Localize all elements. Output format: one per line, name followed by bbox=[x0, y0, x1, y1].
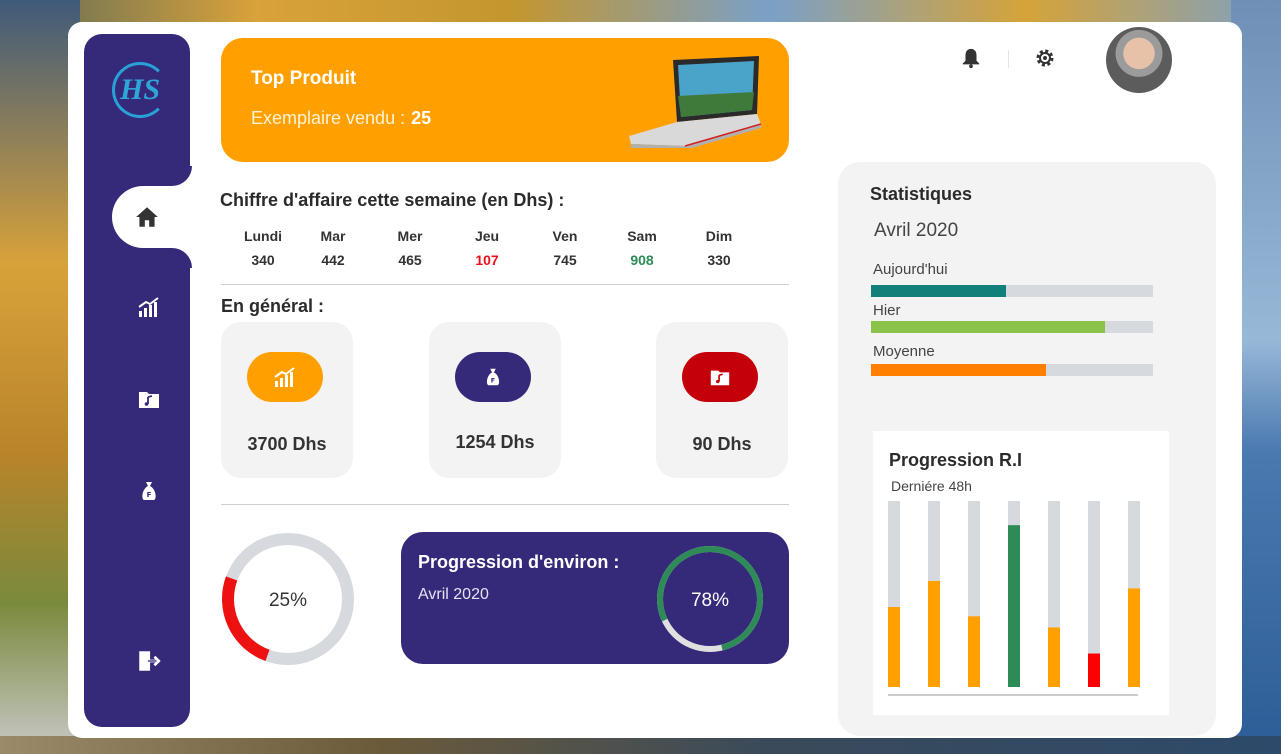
progression-title: Progression d'environ : bbox=[418, 552, 620, 572]
sold-label: Exemplaire vendu : bbox=[251, 108, 406, 128]
avatar[interactable] bbox=[1106, 27, 1172, 93]
ri-bar bbox=[888, 607, 900, 687]
ri-subtitle: Derniére 48h bbox=[891, 478, 972, 494]
day-item: Sam 908 bbox=[627, 228, 657, 268]
card-icon-pill bbox=[682, 352, 758, 402]
sidebar-item-home[interactable] bbox=[112, 186, 192, 248]
divider bbox=[221, 504, 789, 505]
gear-icon bbox=[1036, 49, 1054, 67]
stat-bar-fill bbox=[871, 285, 1007, 297]
day-item: Jeu 107 bbox=[474, 228, 500, 268]
ri-bar bbox=[928, 580, 940, 687]
background bbox=[0, 0, 1281, 22]
bell-icon bbox=[962, 48, 980, 69]
card-icon-pill: F bbox=[455, 352, 531, 402]
day-item: Ven 745 bbox=[552, 228, 578, 268]
stat-bar-label: Aujourd'hui bbox=[873, 261, 948, 278]
card-icon-pill bbox=[247, 352, 323, 402]
ri-title: Progression R.I bbox=[889, 450, 1023, 470]
day-item: Dim 330 bbox=[705, 228, 733, 268]
card-amount: 90 Dhs bbox=[692, 434, 752, 454]
bar-chart-icon bbox=[274, 367, 295, 387]
top-product-card[interactable]: Top Produit Exemplaire vendu :25 bbox=[221, 38, 789, 162]
progression-value: 78% bbox=[691, 590, 729, 611]
logout-icon bbox=[139, 651, 161, 671]
day-item: Lundi 340 bbox=[243, 228, 283, 268]
progression-card[interactable]: Progression d'environ : Avril 2020 78% bbox=[401, 532, 789, 664]
ri-bar bbox=[968, 616, 980, 687]
progress-donut: 25% bbox=[222, 533, 354, 665]
sidebar bbox=[84, 34, 190, 727]
stat-bar-track bbox=[871, 285, 1153, 297]
stat-bar-track bbox=[871, 364, 1153, 376]
money-bag-icon: F bbox=[486, 368, 500, 386]
laptop-image bbox=[629, 56, 762, 148]
home-icon bbox=[136, 207, 158, 227]
stat-bar-label: Hier bbox=[873, 302, 901, 319]
ri-bar bbox=[1128, 588, 1140, 687]
sidebar-item-files[interactable] bbox=[134, 384, 164, 414]
general-card[interactable]: F 1254 Dhs bbox=[429, 322, 561, 478]
day-item: Mer 465 bbox=[397, 228, 423, 268]
music-folder-icon bbox=[139, 392, 159, 408]
ri-bar bbox=[1008, 525, 1020, 687]
general-card[interactable]: 90 Dhs bbox=[656, 322, 788, 478]
background-bottom bbox=[0, 736, 1281, 754]
sold-value: 25 bbox=[411, 108, 432, 128]
card-amount: 1254 Dhs bbox=[455, 432, 535, 452]
progression-ring: 78% bbox=[657, 546, 763, 652]
general-title: En général : bbox=[221, 296, 325, 316]
sidebar-item-logout[interactable] bbox=[134, 646, 164, 676]
bar-chart-icon bbox=[138, 297, 159, 317]
ri-bar bbox=[1088, 653, 1100, 687]
stat-bar-fill bbox=[871, 321, 1106, 333]
card-amount: 3700 Dhs bbox=[247, 434, 327, 454]
stats-period: Avril 2020 bbox=[874, 220, 959, 241]
ri-bar bbox=[1048, 627, 1060, 687]
music-folder-icon bbox=[710, 370, 730, 386]
divider bbox=[221, 284, 789, 285]
day-item: Mar 442 bbox=[320, 228, 346, 268]
weekly-title: Chiffre d'affaire cette semaine (en Dhs)… bbox=[220, 190, 565, 210]
ri-bar-chart bbox=[888, 501, 1140, 696]
settings-button[interactable] bbox=[1031, 44, 1059, 72]
general-card[interactable]: 3700 Dhs bbox=[221, 322, 353, 478]
progression-period: Avril 2020 bbox=[418, 586, 489, 603]
money-bag-icon: F bbox=[142, 482, 156, 500]
sidebar-item-money[interactable]: F bbox=[134, 476, 164, 506]
svg-text:F: F bbox=[147, 491, 152, 499]
logo[interactable]: HS bbox=[112, 62, 168, 118]
svg-text:F: F bbox=[491, 377, 495, 385]
notifications-button[interactable] bbox=[957, 44, 985, 72]
sold-label-row: Exemplaire vendu :25 bbox=[251, 108, 431, 129]
donut-label: 25% bbox=[269, 590, 307, 611]
top-product-title: Top Produit bbox=[251, 68, 357, 89]
stat-bar-fill bbox=[871, 364, 1046, 376]
stat-bar-label: Moyenne bbox=[873, 343, 935, 360]
header-divider bbox=[1008, 50, 1009, 68]
stat-bar-track bbox=[871, 321, 1153, 333]
stats-title: Statistiques bbox=[870, 184, 973, 204]
sidebar-item-stats[interactable] bbox=[134, 292, 164, 322]
